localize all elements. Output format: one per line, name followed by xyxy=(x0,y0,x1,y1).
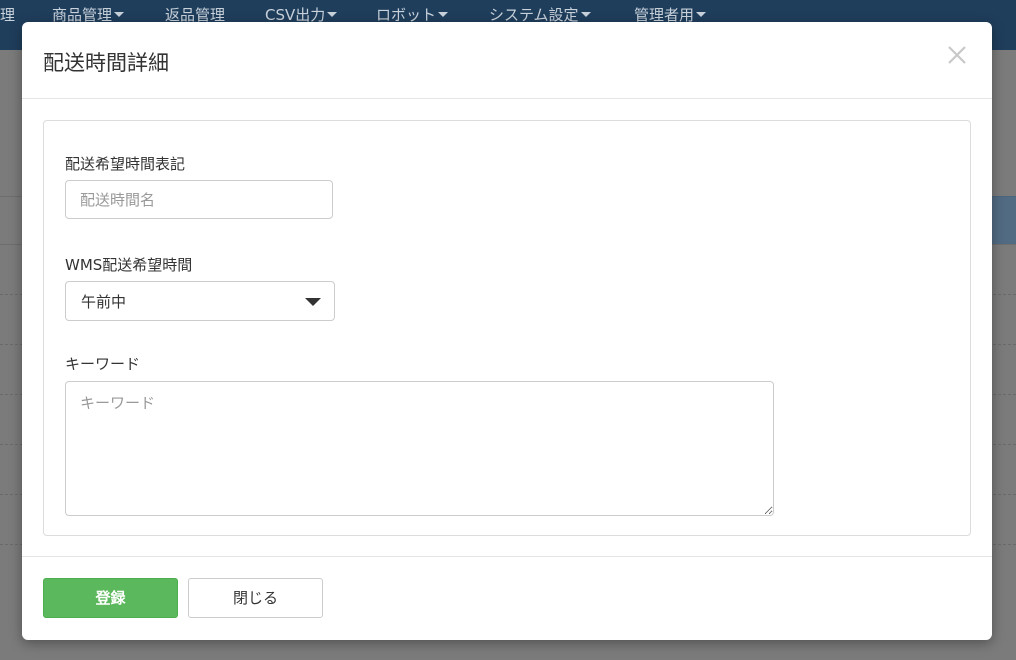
close-icon[interactable] xyxy=(944,42,970,68)
caret-down-icon xyxy=(438,12,449,17)
wms-time-label: WMS配送希望時間 xyxy=(65,256,193,274)
display-name-input[interactable] xyxy=(65,180,333,219)
chevron-down-icon xyxy=(305,298,321,306)
modal-title: 配送時間詳細 xyxy=(43,51,169,75)
wms-time-select[interactable]: 午前中 xyxy=(65,281,335,321)
modal-header: 配送時間詳細 xyxy=(22,22,992,99)
caret-down-icon xyxy=(114,12,125,17)
wms-time-selected-value: 午前中 xyxy=(81,293,127,311)
background-table-header xyxy=(992,196,1016,244)
modal-footer: 登録 閉じる xyxy=(22,556,992,641)
delivery-time-detail-modal: 配送時間詳細 配送希望時間表記 WMS配送希望時間 午前中 キーワード 登録 閉… xyxy=(22,22,992,640)
register-button[interactable]: 登録 xyxy=(43,578,178,618)
keyword-label: キーワード xyxy=(65,355,141,373)
caret-down-icon xyxy=(696,12,707,17)
caret-down-icon xyxy=(580,12,591,17)
keyword-textarea[interactable] xyxy=(65,381,774,516)
caret-down-icon xyxy=(327,12,338,17)
nav-item-partial[interactable]: 理 xyxy=(0,4,15,25)
display-name-label: 配送希望時間表記 xyxy=(65,155,186,173)
form-panel: 配送希望時間表記 WMS配送希望時間 午前中 キーワード xyxy=(43,120,971,536)
close-button[interactable]: 閉じる xyxy=(188,578,323,618)
